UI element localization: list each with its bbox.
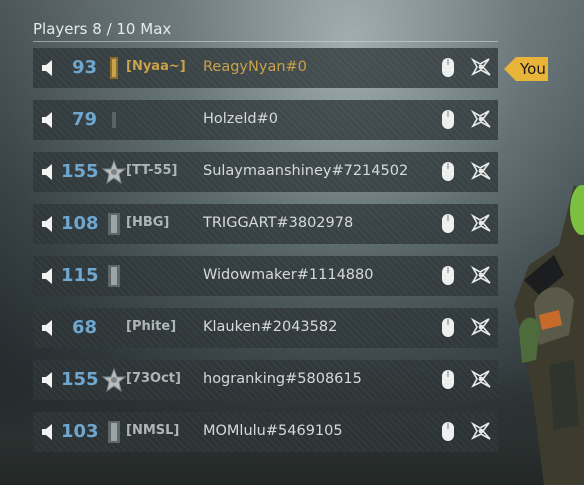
speaker-icon[interactable] bbox=[41, 423, 59, 441]
platform-signal-icon bbox=[470, 56, 492, 78]
input-mouse-icon bbox=[441, 421, 455, 442]
input-mouse-icon bbox=[441, 265, 455, 286]
player-level: 68 bbox=[71, 317, 97, 338]
player-name: Sulaymaanshiney#7214502 bbox=[203, 163, 409, 179]
player-level: 155 bbox=[61, 161, 99, 182]
player-row[interactable]: 108 [HBG] TRIGGART#3802978 bbox=[33, 204, 498, 244]
speaker-icon[interactable] bbox=[41, 59, 59, 77]
platform-signal-icon bbox=[470, 368, 492, 390]
clan-tag: [Phite] bbox=[126, 319, 177, 334]
clan-tag: [73Oct] bbox=[126, 371, 181, 386]
platform-signal-icon bbox=[470, 160, 492, 182]
speaker-icon[interactable] bbox=[41, 371, 59, 389]
speaker-icon[interactable] bbox=[41, 215, 59, 233]
input-mouse-icon bbox=[441, 317, 455, 338]
header-divider bbox=[33, 41, 498, 42]
player-row[interactable]: 79 Holzeld#0 bbox=[33, 100, 498, 140]
prestige-emblem-icon bbox=[101, 367, 127, 393]
player-row[interactable]: 93 [Nyaa~] ReagyNyan#0 bbox=[33, 48, 498, 88]
speaker-icon[interactable] bbox=[41, 319, 59, 337]
player-row[interactable]: 115 Widowmaker#1114880 bbox=[33, 256, 498, 296]
player-level: 93 bbox=[71, 57, 97, 78]
input-mouse-icon bbox=[441, 213, 455, 234]
player-level: 108 bbox=[61, 213, 99, 234]
you-tag-label: You bbox=[520, 60, 546, 78]
input-mouse-icon bbox=[441, 57, 455, 78]
player-name: hogranking#5808615 bbox=[203, 371, 362, 387]
platform-signal-icon bbox=[470, 108, 492, 130]
clan-tag: [Nyaa~] bbox=[126, 59, 186, 74]
prestige-emblem-icon bbox=[101, 419, 127, 445]
speaker-icon[interactable] bbox=[41, 267, 59, 285]
clan-tag: [NMSL] bbox=[126, 423, 180, 438]
clan-tag: [HBG] bbox=[126, 215, 170, 230]
input-mouse-icon bbox=[441, 161, 455, 182]
player-level: 103 bbox=[61, 421, 99, 442]
player-level: 79 bbox=[71, 109, 97, 130]
player-name: Holzeld#0 bbox=[203, 111, 278, 127]
platform-signal-icon bbox=[470, 316, 492, 338]
player-name: MOMlulu#5469105 bbox=[203, 423, 343, 439]
input-mouse-icon bbox=[441, 369, 455, 390]
speaker-icon[interactable] bbox=[41, 111, 59, 129]
player-level: 115 bbox=[61, 265, 99, 286]
player-row[interactable]: 155 [73Oct] hogranking#5808615 bbox=[33, 360, 498, 400]
player-name: Klauken#2043582 bbox=[203, 319, 338, 335]
player-row[interactable]: 155 [TT-55] Sulaymaanshiney#7214502 bbox=[33, 152, 498, 192]
character-figure bbox=[514, 185, 584, 485]
platform-signal-icon bbox=[470, 264, 492, 286]
prestige-emblem-icon bbox=[101, 107, 127, 133]
platform-signal-icon bbox=[470, 420, 492, 442]
prestige-emblem-icon bbox=[101, 55, 127, 81]
prestige-emblem-icon bbox=[101, 211, 127, 237]
prestige-emblem-icon bbox=[101, 159, 127, 185]
player-name: ReagyNyan#0 bbox=[203, 59, 307, 75]
player-row[interactable]: 103 [NMSL] MOMlulu#5469105 bbox=[33, 412, 498, 452]
players-header: Players 8 / 10 Max bbox=[33, 20, 172, 38]
input-mouse-icon bbox=[441, 109, 455, 130]
player-row[interactable]: 68 [Phite] Klauken#2043582 bbox=[33, 308, 498, 348]
prestige-emblem-icon bbox=[101, 315, 127, 341]
prestige-emblem-icon bbox=[101, 263, 127, 289]
player-level: 155 bbox=[61, 369, 99, 390]
clan-tag: [TT-55] bbox=[126, 163, 178, 178]
speaker-icon[interactable] bbox=[41, 163, 59, 181]
player-name: Widowmaker#1114880 bbox=[203, 267, 374, 283]
platform-signal-icon bbox=[470, 212, 492, 234]
player-name: TRIGGART#3802978 bbox=[203, 215, 354, 231]
